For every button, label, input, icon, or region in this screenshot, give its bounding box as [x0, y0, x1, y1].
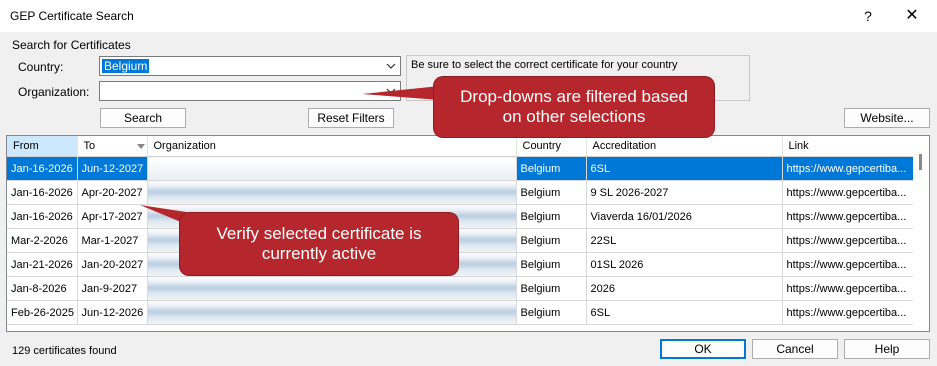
cancel-button[interactable]: Cancel — [752, 339, 838, 359]
callout-verify: Verify selected certificate is currently… — [180, 213, 458, 275]
callout-dropdowns: Drop-downs are filtered based on other s… — [434, 77, 714, 137]
callout-dropdowns-text: Drop-downs are filtered based on other s… — [460, 87, 688, 126]
callout-verify-text: Verify selected certificate is currently… — [216, 224, 422, 263]
callout-arrows — [140, 86, 440, 230]
help-button[interactable]: Help — [844, 339, 930, 359]
status-text: 129 certificates found — [12, 345, 117, 357]
ok-button[interactable]: OK — [660, 339, 746, 359]
callout-arrow-dropdowns — [362, 86, 440, 100]
